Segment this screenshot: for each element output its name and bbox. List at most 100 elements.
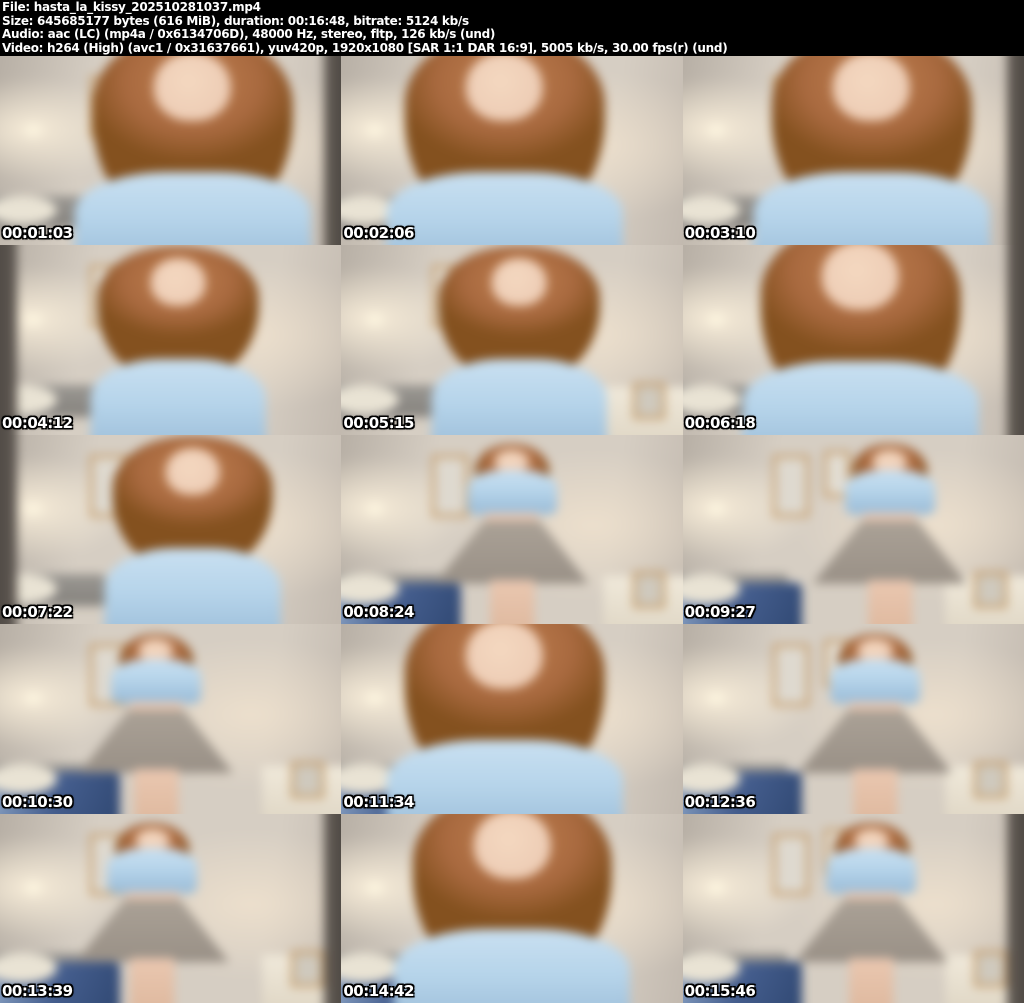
figure-face <box>138 639 174 661</box>
wall-lamp-glow <box>17 495 51 524</box>
video-thumbnail: 00:12:36 <box>682 624 1024 814</box>
picture-frame <box>772 833 810 896</box>
timestamp-overlay: 00:04:12 <box>2 413 73 432</box>
curtain-right <box>1006 56 1024 246</box>
nightstand-frame <box>973 761 1007 798</box>
figure-top <box>826 848 917 894</box>
thumbnail-image-placeholder <box>0 245 342 435</box>
figure-top <box>394 929 630 1003</box>
timestamp-overlay: 00:06:18 <box>684 413 756 432</box>
video-thumbnail: 00:06:18 <box>682 245 1024 435</box>
person-figure <box>428 246 611 435</box>
figure-face <box>134 828 170 851</box>
figure-face <box>491 258 547 306</box>
thumbnail-image-placeholder <box>682 624 1024 814</box>
timestamp-overlay: 00:14:42 <box>343 981 414 1000</box>
figure-face <box>466 624 544 690</box>
picture-frame <box>772 644 810 707</box>
thumbnail-image-placeholder <box>682 434 1024 625</box>
timestamp-overlay: 00:05:15 <box>343 413 414 432</box>
timestamp-overlay: 00:07:22 <box>2 603 73 622</box>
video-codec-line: Video: h264 (High) (avc1 / 0x31637661), … <box>2 40 728 55</box>
timestamp-overlay: 00:10:30 <box>2 792 73 811</box>
person-figure <box>813 444 967 625</box>
figure-face <box>822 245 900 311</box>
timestamp-overlay: 00:02:06 <box>343 224 414 243</box>
person-figure <box>79 633 233 814</box>
figure-skirt <box>794 899 949 963</box>
person-figure <box>101 435 284 625</box>
video-thumbnail: 00:09:27 <box>682 434 1024 625</box>
figure-top <box>467 469 557 515</box>
figure-skirt <box>75 899 230 963</box>
wall-lamp-glow <box>17 305 51 334</box>
wall-lamp-glow <box>699 305 733 334</box>
thumbnail-image-placeholder <box>341 245 683 435</box>
figure-face <box>154 56 232 122</box>
nightstand-frame <box>291 950 325 988</box>
figure-legs <box>853 768 898 814</box>
figure-face <box>150 258 206 306</box>
thumbnail-image-placeholder <box>341 813 683 1003</box>
video-thumbnail: 00:05:15 <box>341 245 683 435</box>
file-size-line: Size: 645685177 bytes (616 MiB), duratio… <box>2 13 469 28</box>
timestamp-overlay: 00:11:34 <box>343 792 414 811</box>
person-figure <box>435 444 589 625</box>
video-thumbnail: 00:10:30 <box>0 624 342 814</box>
figure-face <box>833 56 911 122</box>
media-info-header: File: hasta_la_kissy_202510281037.mp4 Si… <box>0 0 1024 56</box>
nightstand-frame <box>973 950 1007 988</box>
figure-legs <box>849 958 894 1003</box>
person-figure <box>386 56 623 246</box>
curtain-right <box>324 56 342 246</box>
nightstand-frame <box>291 761 325 798</box>
person-figure <box>742 245 979 435</box>
figure-legs <box>867 579 912 625</box>
figure-top <box>742 361 979 435</box>
person-figure <box>386 624 623 814</box>
thumbnail-image-placeholder <box>341 624 683 814</box>
curtain-right <box>1006 245 1024 435</box>
figure-face <box>857 639 893 661</box>
figure-skirt <box>79 710 233 773</box>
wall-lamp-glow <box>699 116 733 145</box>
video-thumbnail: 00:13:39 <box>0 813 342 1003</box>
curtain-left <box>0 245 18 435</box>
figure-skirt <box>798 710 952 773</box>
wall-lamp-glow <box>699 495 733 524</box>
figure-top <box>830 659 921 705</box>
nightstand-frame <box>632 572 666 609</box>
figure-top <box>107 848 198 894</box>
thumbnail-image-placeholder <box>341 434 683 625</box>
person-figure <box>74 56 311 246</box>
wall-lamp-glow <box>699 684 733 713</box>
thumbnail-image-placeholder <box>0 56 342 246</box>
curtain-right <box>1006 813 1024 1003</box>
figure-legs <box>490 579 534 625</box>
file-name-line: File: hasta_la_kissy_202510281037.mp4 <box>2 0 261 14</box>
nightstand-frame <box>632 382 666 420</box>
thumbnail-grid: 00:01:03 00:02:06 00:03:10 00:04:12 00:0… <box>0 56 1024 1003</box>
thumbnail-image-placeholder <box>682 813 1024 1003</box>
person-figure <box>794 822 949 1003</box>
figure-top <box>90 358 266 435</box>
figure-top <box>111 659 201 705</box>
figure-top <box>844 469 935 515</box>
curtain-left <box>0 434 18 625</box>
thumbnail-image-placeholder <box>0 434 342 625</box>
video-thumbnail: 00:08:24 <box>341 434 683 625</box>
figure-face <box>872 450 908 472</box>
thumbnail-image-placeholder <box>341 56 683 246</box>
person-figure <box>87 246 270 435</box>
video-thumbnail: 00:01:03 <box>0 56 342 246</box>
video-thumbnail: 00:14:42 <box>341 813 683 1003</box>
figure-top <box>104 548 281 625</box>
audio-codec-line: Audio: aac (LC) (mp4a / 0x6134706D), 480… <box>2 27 496 41</box>
figure-face <box>473 813 551 879</box>
wall-lamp-glow <box>358 874 392 902</box>
timestamp-overlay: 00:09:27 <box>684 603 756 622</box>
thumbnail-image-placeholder <box>0 624 342 814</box>
person-figure <box>394 813 630 1003</box>
figure-skirt <box>435 520 589 584</box>
video-thumbnail: 00:03:10 <box>682 56 1024 246</box>
